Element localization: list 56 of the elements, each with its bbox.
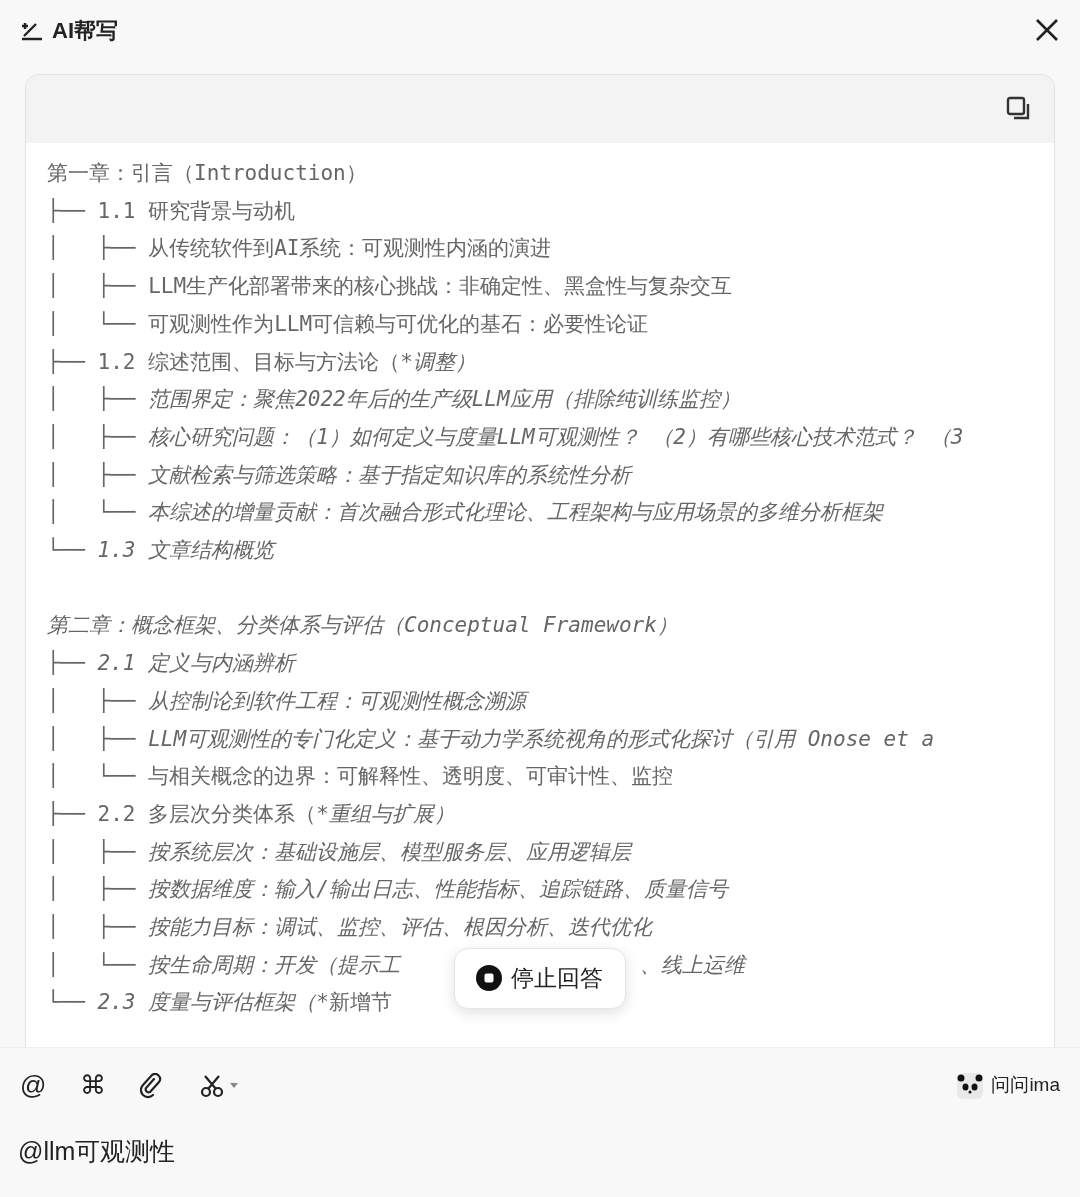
outline-text: 第一章：引言（Introduction） — [47, 160, 367, 187]
outline-text: 新增节 — [328, 989, 392, 1017]
tree-branch: │ ├── — [47, 725, 137, 753]
tree-branch: │ └── — [47, 951, 137, 979]
outline-text: 1.1 研究背景与动机 — [97, 197, 296, 225]
outline-text: 、线上运维 — [640, 951, 746, 979]
close-button[interactable] — [1034, 17, 1060, 43]
outline-text: LLM生产化部署带来的核心挑战：非确定性、黑盒性与复杂交互 — [148, 273, 733, 301]
outline-text: 核心研究问题：（1）如何定义与度量LLM可观测性？ （2）有哪些核心技术范式？ （3 — [148, 423, 964, 451]
tree-branch: │ └── — [47, 498, 137, 527]
stop-icon — [475, 964, 503, 993]
tree-branch: │ ├── — [47, 838, 137, 866]
tree-branch: ├── — [47, 800, 87, 828]
tree-branch: │ └── — [47, 762, 137, 791]
outline-text: *重组与扩展） — [316, 800, 455, 828]
toolbar-button[interactable]: @ — [20, 1066, 56, 1105]
tree-branch: │ ├── — [47, 272, 137, 301]
outline-text: 按能力目标：调试、监控、评估、根因分析、迭代优化 — [148, 914, 653, 942]
outline-text: 按生命周期：开发（提示工 — [148, 951, 401, 979]
outline-text: *调整） — [400, 348, 476, 376]
outline-text: 1.2 综述范围、目标与方法论（ — [97, 348, 401, 376]
outline-text: 从传统软件到AI系统：可观测性内涵的演进 — [148, 235, 552, 263]
outline-text: 2.3 度量与评估框架（* — [97, 989, 329, 1017]
tree-branch: ├── — [47, 649, 87, 678]
outline-text: 范围界定：聚焦2022年后的生产级LLM应用（排除纯训练监控） — [148, 386, 741, 414]
outline-text: 文献检索与筛选策略：基于指定知识库的系统性分析 — [148, 461, 632, 489]
outline-text: 本综述的增量贡献：首次融合形式化理论、工程架构与应用场景的多维分析框架 — [148, 499, 884, 527]
stop-answer-button[interactable]: 停止回答 — [454, 948, 626, 1009]
tree-branch: └── — [47, 988, 87, 1017]
tree-branch: │ └── — [47, 310, 137, 338]
outline-text: 按系统层次：基础设施层、模型服务层、应用逻辑层 — [148, 838, 632, 866]
input-field[interactable]: @llm可观测性 — [0, 1133, 600, 1171]
tree-branch: │ ├── — [47, 461, 137, 489]
tree-branch: └── — [47, 536, 87, 565]
assistant-name[interactable]: 问问ima — [991, 1071, 1060, 1100]
tree-branch: │ ├── — [47, 875, 137, 904]
outline-text: 第二章：概念框架、分类体系与评估（Conceptual Framework） — [47, 612, 678, 640]
outline-text: 可观测性作为LLM可信赖与可优化的基石：必要性论证 — [148, 310, 649, 338]
copy-icon[interactable] — [1006, 96, 1032, 122]
tree-branch: │ ├── — [47, 687, 137, 715]
outline-text: LLM可观测性的专门化定义：基于动力学系统视角的形式化探讨（引用 Onose et a — [148, 725, 935, 753]
tree-branch: │ ├── — [47, 385, 137, 414]
outline-text: 与相关概念的边界：可解释性、透明度、可审计性、监控 — [148, 763, 674, 791]
panda-avatar-icon — [957, 1072, 984, 1099]
outline-text: 2.2 多层次分类体系（ — [97, 800, 317, 828]
tree-branch: ├── — [47, 348, 87, 376]
outline-text: 1.3 文章结构概览 — [97, 537, 275, 565]
outline-text: 2.1 定义与内涵辨析 — [97, 650, 296, 678]
tree-branch: │ ├── — [47, 913, 137, 942]
outline-text: 按数据维度：输入/输出日志、性能指标、追踪链路、质量信号 — [148, 876, 728, 904]
tree-branch: ├── — [47, 197, 87, 225]
tree-branch: │ ├── — [47, 234, 137, 263]
outline-text: 从控制论到软件工程：可观测性概念溯源 — [148, 687, 527, 715]
toolbar-button[interactable]: ⌘ — [80, 1066, 116, 1105]
tree-branch: │ ├── — [47, 423, 137, 451]
window-title: AI帮写 — [52, 16, 118, 45]
